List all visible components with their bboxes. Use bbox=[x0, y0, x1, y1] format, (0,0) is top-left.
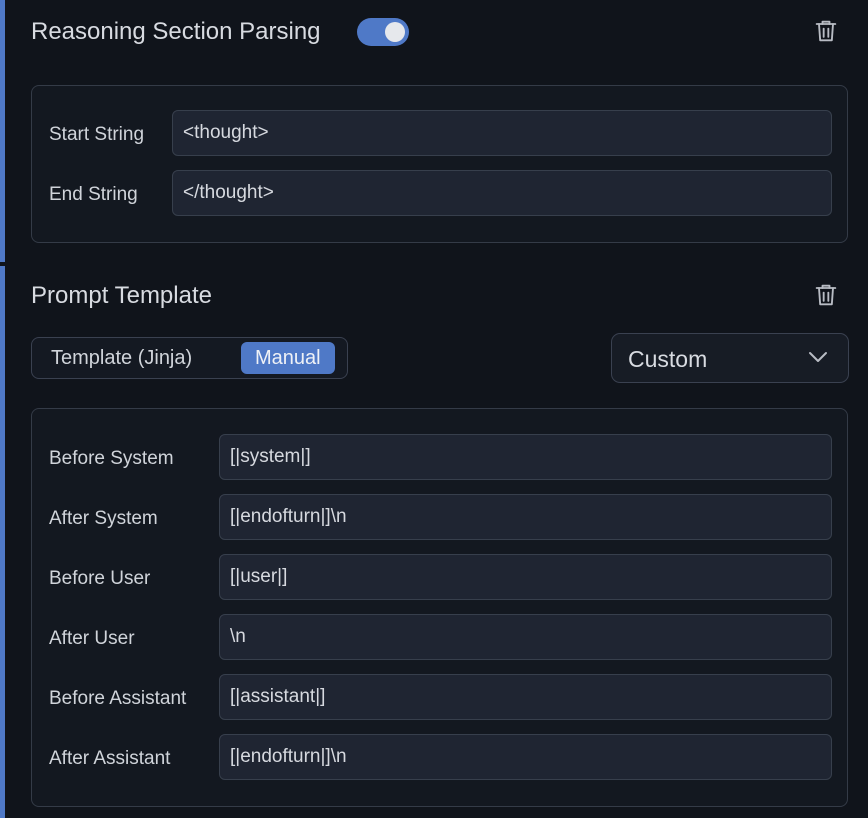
before-assistant-label: Before Assistant bbox=[49, 688, 187, 709]
trash-icon[interactable] bbox=[812, 281, 840, 309]
before-system-input[interactable] bbox=[219, 434, 832, 480]
end-string-input[interactable] bbox=[172, 170, 832, 216]
mode-option-manual[interactable]: Manual bbox=[241, 342, 335, 374]
before-assistant-input[interactable] bbox=[219, 674, 832, 720]
prompt-template-title: Prompt Template bbox=[31, 282, 212, 309]
chevron-down-icon bbox=[809, 352, 827, 362]
reasoning-panel: Start String End String bbox=[31, 85, 848, 243]
start-string-label: Start String bbox=[49, 124, 145, 145]
after-user-label: After User bbox=[49, 628, 135, 649]
start-string-input[interactable] bbox=[172, 110, 832, 156]
after-assistant-input[interactable] bbox=[219, 734, 832, 780]
toggle-knob bbox=[385, 22, 405, 42]
before-user-label: Before User bbox=[49, 568, 151, 589]
before-system-label: Before System bbox=[49, 448, 174, 469]
section-accent-bar bbox=[0, 0, 5, 262]
reasoning-section-title: Reasoning Section Parsing bbox=[31, 18, 321, 45]
after-system-label: After System bbox=[49, 508, 158, 529]
end-string-label: End String bbox=[49, 184, 138, 205]
trash-icon[interactable] bbox=[812, 17, 840, 45]
before-user-input[interactable] bbox=[219, 554, 832, 600]
after-assistant-label: After Assistant bbox=[49, 748, 171, 769]
after-system-input[interactable] bbox=[219, 494, 832, 540]
preset-selected-value: Custom bbox=[628, 346, 708, 372]
reasoning-enabled-toggle[interactable] bbox=[357, 18, 409, 46]
template-preset-select[interactable]: Custom bbox=[611, 333, 849, 383]
reasoning-section: Reasoning Section Parsing Start String E… bbox=[0, 0, 868, 262]
template-mode-segmented-control: Template (Jinja) Manual bbox=[31, 337, 348, 379]
section-accent-bar bbox=[0, 266, 5, 818]
after-user-input[interactable] bbox=[219, 614, 832, 660]
prompt-template-panel: Before System After System Before User A… bbox=[31, 408, 848, 807]
mode-option-template-jinja[interactable]: Template (Jinja) bbox=[51, 342, 192, 374]
